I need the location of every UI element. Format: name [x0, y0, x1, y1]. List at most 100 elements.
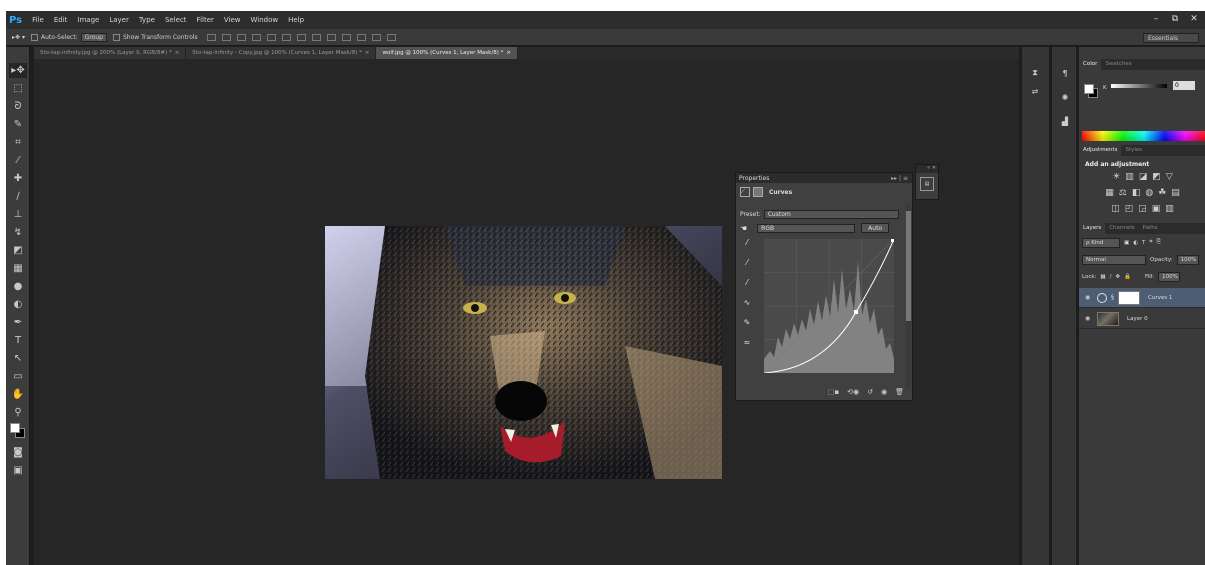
hand-tool-icon[interactable]: ✋	[9, 387, 27, 402]
close-tab-icon[interactable]: ×	[506, 50, 511, 56]
document-tab[interactable]: Sto-tap-infinity.jpg @ 200% (Layer 0, RG…	[34, 47, 187, 59]
visibility-icon[interactable]: ◉	[881, 388, 887, 396]
lock-all-icon[interactable]: 🔒	[1124, 274, 1131, 280]
adjustments-panel-icon[interactable]: ⇌	[1028, 85, 1042, 97]
filter-adjustment-icon[interactable]: ◐	[1133, 240, 1138, 246]
brightness-contrast-icon[interactable]: ☀	[1112, 172, 1120, 182]
dodge-tool-icon[interactable]: ◐	[9, 297, 27, 312]
histogram-panel-icon[interactable]: ▟	[1058, 115, 1072, 127]
close-tab-icon[interactable]: ×	[365, 50, 370, 56]
filter-smart-object-icon[interactable]: ⎘	[1157, 239, 1161, 246]
layer-row-layer0[interactable]: ◉ Layer 0	[1079, 309, 1205, 329]
color-spectrum[interactable]	[1082, 131, 1205, 141]
opacity-input[interactable]: 100%	[1176, 254, 1199, 265]
healing-brush-tool-icon[interactable]: ✚	[9, 171, 27, 186]
invert-icon[interactable]: ◫	[1111, 204, 1120, 214]
auto-select-dropdown[interactable]: Group	[80, 32, 107, 42]
black-white-icon[interactable]: ◧	[1132, 188, 1141, 198]
show-transform-checkbox[interactable]	[113, 33, 120, 41]
menu-file[interactable]: File	[32, 16, 44, 24]
tab-color[interactable]: Color	[1079, 59, 1102, 70]
align-center-icon[interactable]	[266, 33, 276, 41]
black-point-eyedropper-icon[interactable]: ⁄	[740, 235, 754, 249]
blur-tool-icon[interactable]: ●	[9, 279, 27, 294]
distribute-left-icon[interactable]	[341, 33, 351, 41]
exposure-icon[interactable]: ◩	[1152, 172, 1161, 182]
tab-layers[interactable]: Layers	[1079, 223, 1106, 234]
layer-name[interactable]: Curves 1	[1148, 295, 1172, 301]
draw-curve-icon[interactable]: ✎	[740, 315, 754, 329]
posterize-icon[interactable]: ◰	[1125, 204, 1134, 214]
view-previous-icon[interactable]: ⟲◉	[847, 388, 859, 396]
lock-transparent-icon[interactable]: ▦	[1100, 274, 1105, 280]
tab-paths[interactable]: Paths	[1139, 223, 1162, 234]
quick-selection-tool-icon[interactable]: ✎	[9, 117, 27, 132]
quick-mask-icon[interactable]: ◙	[9, 445, 27, 460]
menu-window[interactable]: Window	[251, 16, 279, 24]
scrollbar-thumb[interactable]	[906, 211, 911, 321]
wolf-image[interactable]	[325, 226, 722, 479]
tab-styles[interactable]: Styles	[1121, 145, 1146, 156]
color-lookup-icon[interactable]: ▤	[1171, 188, 1180, 198]
clone-stamp-tool-icon[interactable]: ⊥	[9, 207, 27, 222]
smooth-curve-icon[interactable]: ≈	[740, 335, 754, 349]
menu-view[interactable]: View	[224, 16, 241, 24]
reset-icon[interactable]: ↺	[867, 388, 873, 396]
rectangle-tool-icon[interactable]: ▭	[9, 369, 27, 384]
hue-saturation-icon[interactable]: ▦	[1105, 188, 1114, 198]
close-button[interactable]: ✕	[1187, 13, 1201, 25]
gradient-map-icon[interactable]: ▥	[1165, 204, 1174, 214]
tab-channels[interactable]: Channels	[1105, 223, 1138, 234]
threshold-icon[interactable]: ◲	[1138, 204, 1147, 214]
layer-mask-thumbnail[interactable]	[1118, 290, 1140, 305]
white-point-eyedropper-icon[interactable]: ⁄	[740, 275, 754, 289]
marquee-tool-icon[interactable]: ⬚	[9, 81, 27, 96]
menu-layer[interactable]: Layer	[109, 16, 129, 24]
channel-mixer-icon[interactable]: ☘	[1158, 188, 1166, 198]
brush-settings-icon[interactable]: ✺	[1058, 91, 1072, 103]
visibility-eye-icon[interactable]: ◉	[1085, 294, 1093, 301]
filter-type-icon[interactable]: T	[1142, 240, 1145, 246]
info-panel-icon[interactable]: ▤	[920, 177, 934, 191]
distribute-bottom-icon[interactable]	[326, 33, 336, 41]
menu-type[interactable]: Type	[139, 16, 155, 24]
align-bottom-icon[interactable]	[236, 33, 246, 41]
restore-button[interactable]: ⧉	[1168, 13, 1182, 25]
properties-tab[interactable]: Properties ▸▸ | ≡	[736, 173, 912, 183]
k-slider[interactable]	[1111, 84, 1167, 88]
filter-pixel-icon[interactable]: ▣	[1124, 240, 1129, 246]
foreground-color-swatch[interactable]	[1084, 84, 1094, 94]
k-value-input[interactable]: 0	[1173, 81, 1195, 90]
selective-color-icon[interactable]: ▣	[1152, 204, 1161, 214]
filter-shape-icon[interactable]: ⌗	[1149, 239, 1152, 246]
layer-kind-filter[interactable]: ρ Kind	[1082, 237, 1120, 248]
pen-tool-icon[interactable]: ✒	[9, 315, 27, 330]
layer-name[interactable]: Layer 0	[1127, 316, 1148, 322]
lock-image-icon[interactable]: ∕	[1110, 274, 1112, 280]
delete-icon[interactable]: 🗑	[895, 388, 904, 396]
distribute-top-icon[interactable]	[296, 33, 306, 41]
levels-icon[interactable]: ▥	[1125, 172, 1134, 182]
align-left-icon[interactable]	[251, 33, 261, 41]
move-tool-icon[interactable]: ▸✥	[9, 63, 27, 78]
history-panel-icon[interactable]: ⧗	[1028, 67, 1042, 79]
document-tab-active[interactable]: wolf.jpg @ 100% (Curves 1, Layer Mask/8)…	[376, 47, 518, 59]
distribute-center-icon[interactable]	[356, 33, 366, 41]
menu-select[interactable]: Select	[165, 16, 187, 24]
eraser-tool-icon[interactable]: ◩	[9, 243, 27, 258]
auto-select-checkbox[interactable]	[30, 33, 38, 41]
type-tool-icon[interactable]: T	[9, 333, 27, 348]
lasso-tool-icon[interactable]: ᘐ	[9, 99, 27, 114]
document-tab[interactable]: Sto-tap-infinity - Copy.jpg @ 100% (Curv…	[186, 47, 377, 59]
vibrance-icon[interactable]: ▽	[1166, 172, 1173, 182]
align-top-icon[interactable]	[206, 33, 216, 41]
screen-mode-icon[interactable]: ▣	[9, 463, 27, 478]
distribute-middle-icon[interactable]	[311, 33, 321, 41]
layer-row-curves[interactable]: ◉ § Curves 1	[1079, 288, 1205, 308]
layer-mask-icon[interactable]	[753, 187, 763, 197]
blend-mode-dropdown[interactable]: Normal	[1082, 254, 1146, 265]
align-middle-icon[interactable]	[221, 33, 231, 41]
tab-adjustments[interactable]: Adjustments	[1079, 145, 1122, 156]
lock-position-icon[interactable]: ✥	[1115, 274, 1120, 280]
color-balance-icon[interactable]: ⚖	[1119, 188, 1127, 198]
